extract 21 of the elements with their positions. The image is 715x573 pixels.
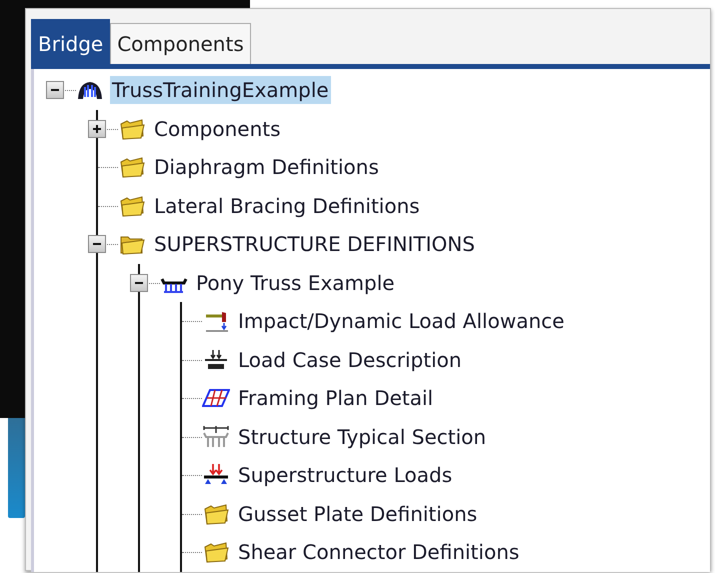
tree-item[interactable]: Load Case Description	[236, 346, 464, 374]
section-icon	[202, 424, 230, 450]
tree-item[interactable]: Framing Plan Detail	[236, 384, 436, 412]
tree-item[interactable]: SUPERSTRUCTURE DEFINITIONS	[152, 230, 477, 258]
tree-item[interactable]: Lateral Bracing Definitions	[152, 192, 422, 220]
tree-item[interactable]: Pony Truss Example	[194, 268, 397, 297]
tab[interactable]: Components	[110, 23, 251, 64]
tab[interactable]: Bridge	[31, 19, 110, 64]
tree-item[interactable]: Diaphragm Definitions	[152, 153, 381, 182]
tree-expander[interactable]	[88, 120, 106, 138]
tree-item[interactable]: Components	[152, 114, 283, 143]
tree-item[interactable]: Superstructure Loads	[236, 461, 454, 490]
tree-expander[interactable]	[46, 81, 64, 100]
tree-expander[interactable]	[130, 274, 148, 292]
tree-item[interactable]: Structure Typical Section	[236, 422, 488, 451]
tree-item[interactable]: Impact/Dynamic Load Allowance	[236, 307, 566, 336]
tree-item[interactable]: TrussTrainingExample	[110, 76, 331, 104]
tree-item[interactable]: Gusset Plate Definitions	[236, 500, 480, 528]
tree-item[interactable]: Shear Connector Definitions	[236, 538, 522, 566]
tree-expander[interactable]	[88, 235, 106, 254]
plus-icon	[91, 122, 103, 135]
